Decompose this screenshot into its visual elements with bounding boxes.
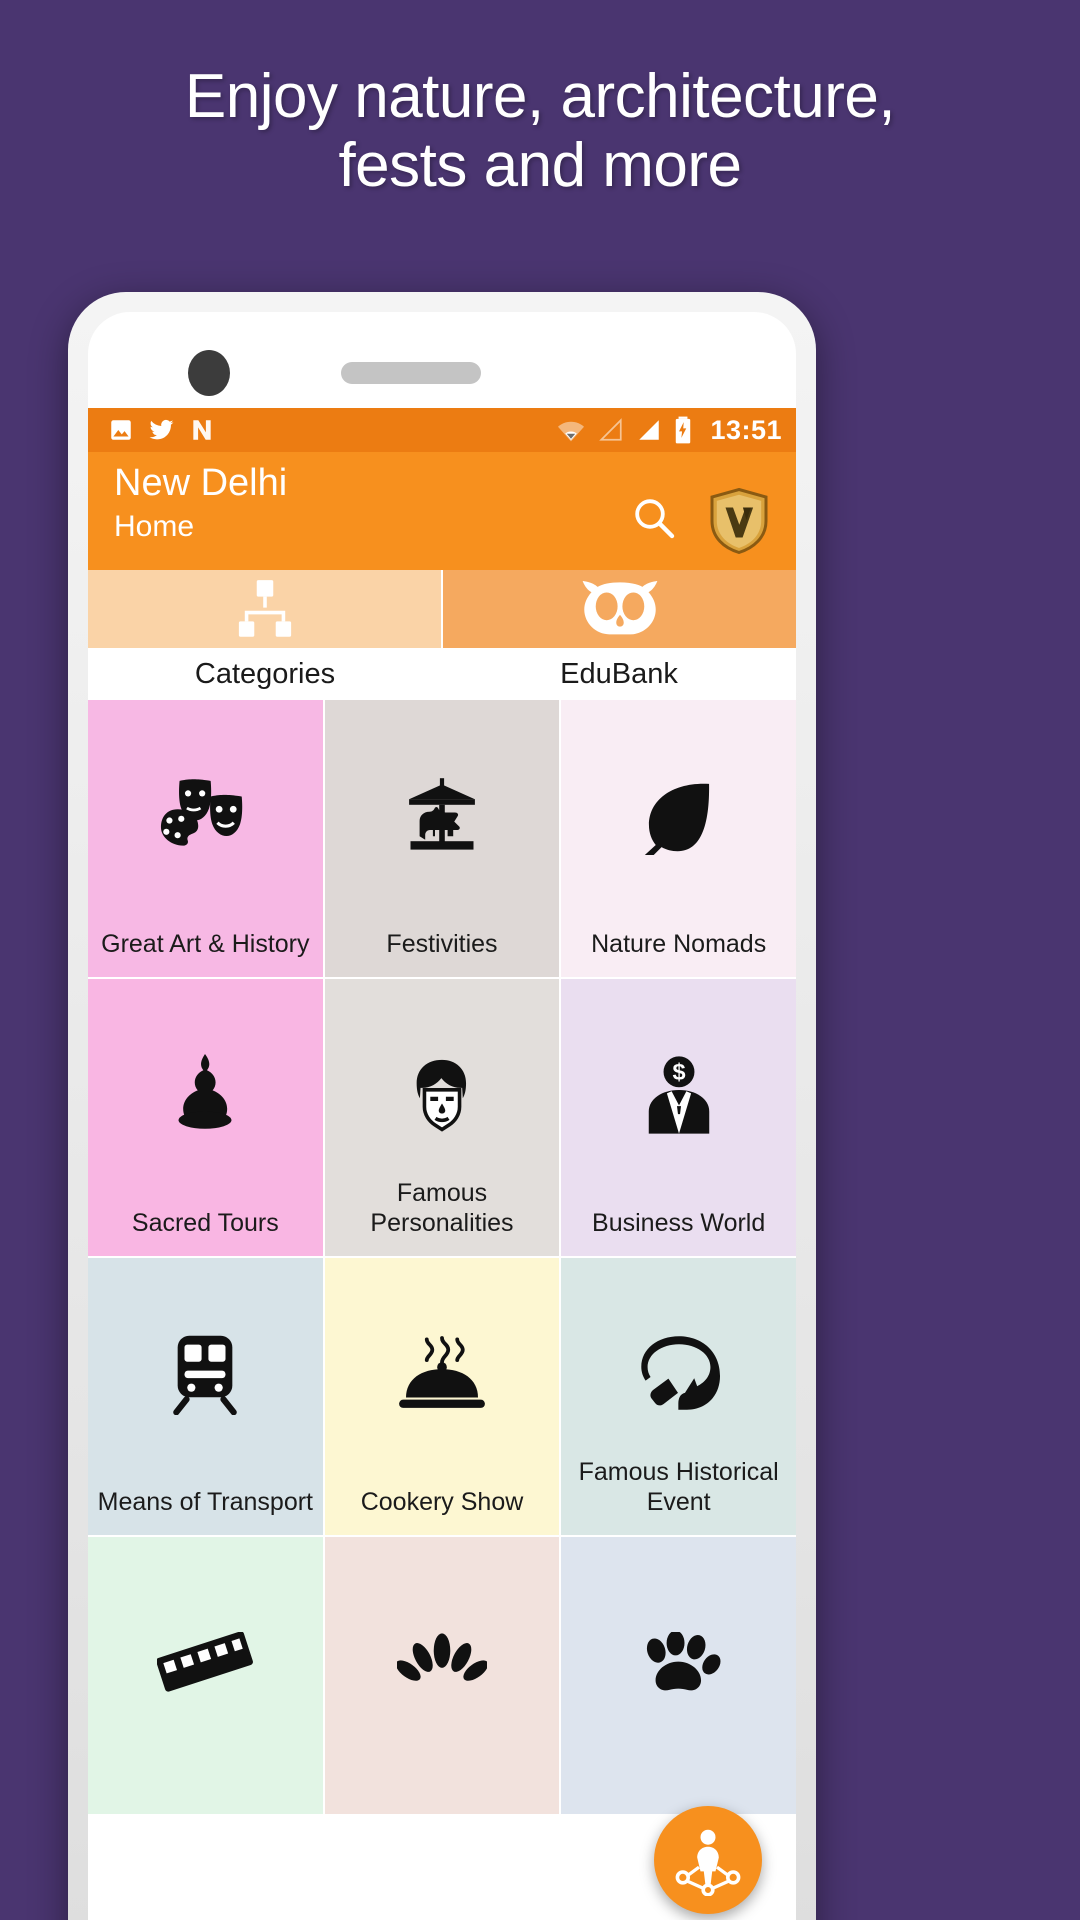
app-bar-subtitle: Home — [114, 509, 195, 543]
businessman-dollar-icon: $ — [638, 1053, 720, 1137]
status-bar-clock: 13:51 — [710, 414, 782, 445]
paw-icon — [636, 1621, 722, 1705]
film-strip-icon — [157, 1621, 254, 1705]
category-tile-means-of-transport[interactable]: Means of Transport — [88, 1258, 323, 1535]
phone-speaker-grille — [341, 362, 481, 384]
promo-headline-line-2: fests and more — [338, 131, 742, 201]
train-icon — [169, 1332, 241, 1416]
image-icon — [111, 420, 131, 440]
category-tile-great-art-history[interactable]: Great Art & History — [88, 700, 323, 977]
category-grid: Great Art & History Festivities Nature N… — [88, 700, 796, 1814]
theater-masks-palette-icon — [157, 774, 253, 858]
svg-text:$: $ — [672, 1059, 685, 1085]
signal-empty-icon — [599, 418, 623, 441]
spartan-helmet-icon — [636, 1332, 722, 1416]
category-label: Famous Personalities — [370, 1179, 514, 1237]
phone-camera-icon — [188, 350, 230, 396]
wifi-icon — [558, 421, 585, 442]
signal-full-icon — [639, 420, 660, 440]
category-tile-row4-1[interactable] — [88, 1537, 323, 1814]
fab-people-network-button[interactable] — [654, 1806, 762, 1914]
leaf-icon — [638, 774, 720, 858]
category-tile-business-world[interactable]: $ Business World — [561, 979, 796, 1256]
tab-categories[interactable] — [88, 570, 443, 648]
status-bar-right-icons: 13:51 — [556, 415, 782, 446]
n-logo-icon — [193, 420, 211, 440]
category-label: Great Art & History — [101, 930, 310, 958]
tab-label-categories[interactable]: Categories — [88, 648, 442, 700]
app-bar: New Delhi Home — [88, 452, 796, 570]
buddha-icon — [170, 1053, 240, 1137]
category-label: Sacred Tours — [131, 1209, 279, 1237]
category-tile-famous-personalities[interactable]: Famous Personalities — [324, 979, 560, 1256]
promo-headline-line-1: Enjoy nature, architecture, — [184, 62, 896, 131]
shield-brand-icon[interactable] — [708, 487, 770, 555]
carousel-icon — [400, 774, 484, 858]
category-tile-row4-3[interactable] — [561, 1537, 796, 1814]
sitemap-icon — [238, 580, 291, 637]
phone-frame: 13:51 New Delhi Home Categories EduBank … — [68, 292, 816, 1920]
tab-edubank[interactable] — [443, 570, 796, 648]
category-label: Festivities — [386, 930, 498, 958]
android-screen: 13:51 New Delhi Home Categories EduBank … — [88, 408, 796, 1920]
status-bar: 13:51 — [88, 408, 796, 452]
twitter-icon — [149, 419, 174, 440]
tab-strip — [88, 570, 796, 648]
category-tile-nature-nomads[interactable]: Nature Nomads — [561, 700, 796, 977]
category-tile-famous-historical-event[interactable]: Famous Historical Event — [561, 1258, 796, 1535]
people-network-icon — [675, 1829, 741, 1896]
category-label: Means of Transport — [97, 1488, 314, 1516]
category-tile-row4-2[interactable] — [324, 1537, 560, 1814]
person-face-icon — [403, 1053, 481, 1137]
category-label: Business World — [592, 1209, 766, 1237]
owl-icon — [582, 581, 657, 635]
battery-charging-icon — [676, 416, 691, 444]
category-tile-festivities[interactable]: Festivities — [324, 700, 560, 977]
category-label: Nature Nomads — [591, 930, 767, 958]
status-bar-left-icons — [108, 417, 215, 443]
category-tile-cookery-show[interactable]: Cookery Show — [324, 1258, 560, 1535]
tab-labels: Categories EduBank — [88, 648, 796, 700]
category-label: Cookery Show — [360, 1488, 524, 1516]
search-icon[interactable] — [630, 494, 678, 542]
app-bar-title: New Delhi — [114, 462, 288, 504]
category-tile-sacred-tours[interactable]: Sacred Tours — [88, 979, 323, 1256]
phone-screen: 13:51 New Delhi Home Categories EduBank … — [88, 312, 796, 1920]
cloche-icon — [397, 1332, 487, 1416]
flower-icon — [396, 1621, 487, 1705]
category-label: Famous Historical Event — [578, 1458, 779, 1516]
tab-label-edubank[interactable]: EduBank — [442, 648, 796, 700]
promo-headline: Enjoy nature, architecture, fests and mo… — [0, 62, 1080, 201]
